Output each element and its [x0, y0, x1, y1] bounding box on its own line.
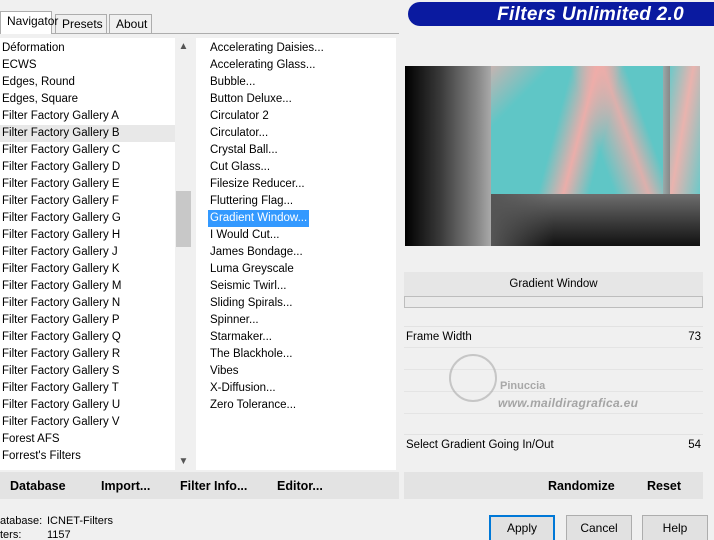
scroll-up-icon[interactable]: ▲ — [175, 38, 192, 55]
editor-button[interactable]: Editor... — [277, 479, 323, 493]
filter-item[interactable]: I Would Cut... — [208, 227, 281, 244]
filter-item[interactable]: Crystal Ball... — [208, 142, 280, 159]
parameter-panel: Frame Width 73 Select Gradient Going In/… — [404, 326, 703, 458]
filter-item[interactable]: Starmaker... — [208, 329, 274, 346]
database-value: ICNET-Filters — [47, 515, 113, 527]
database-button[interactable]: Database — [10, 479, 66, 493]
reset-button[interactable]: Reset — [647, 479, 681, 493]
filter-item[interactable]: James Bondage... — [208, 244, 305, 261]
watermark-name: Pinuccia — [500, 380, 546, 392]
filter-list[interactable]: Accelerating Daisies... Accelerating Glas… — [208, 40, 326, 414]
filter-preview — [405, 66, 700, 246]
category-item[interactable]: Filter Factory Gallery C — [0, 142, 175, 159]
watermark-url: www.maildiragrafica.eu — [498, 396, 639, 410]
tab-about[interactable]: About — [109, 14, 152, 34]
filter-item[interactable]: Circulator... — [208, 125, 270, 142]
watermark-logo — [449, 354, 497, 402]
category-item[interactable]: Filter Factory Gallery Q — [0, 329, 175, 346]
filter-item[interactable]: Vibes — [208, 363, 241, 380]
tab-divider — [0, 33, 399, 34]
category-item[interactable]: Déformation — [0, 40, 175, 57]
filter-item[interactable]: Bubble... — [208, 74, 257, 91]
category-item[interactable]: Filter Factory Gallery P — [0, 312, 175, 329]
filters-count-value: 1157 — [47, 529, 71, 540]
help-button[interactable]: Help — [642, 515, 708, 540]
filter-item[interactable]: Accelerating Glass... — [208, 57, 317, 74]
preview-filter-name: Gradient Window — [404, 272, 703, 296]
filter-item[interactable]: Button Deluxe... — [208, 91, 294, 108]
category-list-panel: Déformation ECWS Edges, Round Edges, Square… — [0, 38, 192, 470]
filter-item[interactable]: Luma Greyscale — [208, 261, 296, 278]
filter-item[interactable]: Accelerating Daisies... — [208, 40, 326, 57]
tab-presets[interactable]: Presets — [55, 14, 107, 34]
filter-item[interactable]: Fluttering Flag... — [208, 193, 295, 210]
scrollbar-thumb[interactable] — [176, 191, 191, 247]
parameter-row-frame-width[interactable]: Frame Width 73 — [404, 326, 703, 346]
import-button[interactable]: Import... — [101, 479, 150, 493]
filter-item[interactable]: The Blackhole... — [208, 346, 294, 363]
preview-progress-bar — [404, 296, 703, 308]
category-item[interactable]: Filter Factory Gallery F — [0, 193, 175, 210]
tab-strip: Navigator Presets About — [0, 0, 400, 34]
parameter-label: Select Gradient Going In/Out — [406, 439, 554, 451]
apply-button[interactable]: Apply — [489, 515, 555, 540]
category-item[interactable]: Filter Factory Gallery K — [0, 261, 175, 278]
category-item[interactable]: ECWS — [0, 57, 175, 74]
category-item[interactable]: Filter Factory Gallery G — [0, 210, 175, 227]
category-item[interactable]: Filter Factory Gallery E — [0, 176, 175, 193]
parameter-toolbar: Randomize Reset — [404, 472, 703, 499]
category-item[interactable]: Filter Factory Gallery T — [0, 380, 175, 397]
category-item[interactable]: Filter Factory Gallery V — [0, 414, 175, 431]
database-label: atabase: — [0, 515, 43, 527]
category-item[interactable]: Filter Factory Gallery N — [0, 295, 175, 312]
category-item[interactable]: Filter Factory Gallery H — [0, 227, 175, 244]
category-item[interactable]: Filter Factory Gallery D — [0, 159, 175, 176]
parameter-value[interactable]: 73 — [688, 327, 701, 347]
category-item[interactable]: Filter Factory Gallery J — [0, 244, 175, 261]
filter-item[interactable]: Spinner... — [208, 312, 261, 329]
parameter-row-select-gradient[interactable]: Select Gradient Going In/Out 54 — [404, 434, 703, 454]
filter-info-button[interactable]: Filter Info... — [180, 479, 247, 493]
category-item[interactable]: Edges, Round — [0, 74, 175, 91]
filter-item[interactable]: Cut Glass... — [208, 159, 272, 176]
cancel-button[interactable]: Cancel — [566, 515, 632, 540]
filter-list-panel: Accelerating Daisies... Accelerating Glas… — [196, 38, 396, 470]
filter-item[interactable]: Zero Tolerance... — [208, 397, 298, 414]
category-item[interactable]: Filter Factory Gallery R — [0, 346, 175, 363]
filter-item[interactable]: Gradient Window... — [208, 210, 310, 227]
filters-count-label: ters: — [0, 529, 22, 540]
tab-navigator[interactable]: Navigator — [0, 11, 58, 34]
parameter-label: Frame Width — [406, 331, 472, 343]
randomize-button[interactable]: Randomize — [548, 479, 615, 493]
category-item[interactable]: Filter Factory Gallery U — [0, 397, 175, 414]
bottom-toolbar: Database Import... Filter Info... Editor… — [0, 472, 399, 499]
category-item[interactable]: Forrest's Filters — [0, 448, 175, 465]
parameter-value[interactable]: 54 — [688, 435, 701, 455]
filter-item[interactable]: Circulator 2 — [208, 108, 271, 125]
filter-item[interactable]: X-Diffusion... — [208, 380, 278, 397]
scroll-down-icon[interactable]: ▼ — [175, 453, 192, 470]
status-info: atabase: ICNET-Filters ters: 1157 — [0, 514, 113, 540]
category-list[interactable]: Déformation ECWS Edges, Round Edges, Square… — [0, 40, 175, 465]
category-item[interactable]: Filter Factory Gallery A — [0, 108, 175, 125]
category-scrollbar[interactable]: ▲ ▼ — [175, 38, 192, 470]
category-item[interactable]: Filter Factory Gallery M — [0, 278, 175, 295]
filter-item[interactable]: Filesize Reducer... — [208, 176, 307, 193]
app-title: Filters Unlimited 2.0 — [497, 4, 684, 25]
category-item[interactable]: Filter Factory Gallery B — [0, 125, 175, 142]
category-item[interactable]: Edges, Square — [0, 91, 175, 108]
category-item[interactable]: Forest AFS — [0, 431, 175, 448]
filter-item[interactable]: Seismic Twirl... — [208, 278, 288, 295]
title-banner: Filters Unlimited 2.0 — [408, 2, 714, 26]
filter-item[interactable]: Sliding Spirals... — [208, 295, 294, 312]
category-item[interactable]: Filter Factory Gallery S — [0, 363, 175, 380]
